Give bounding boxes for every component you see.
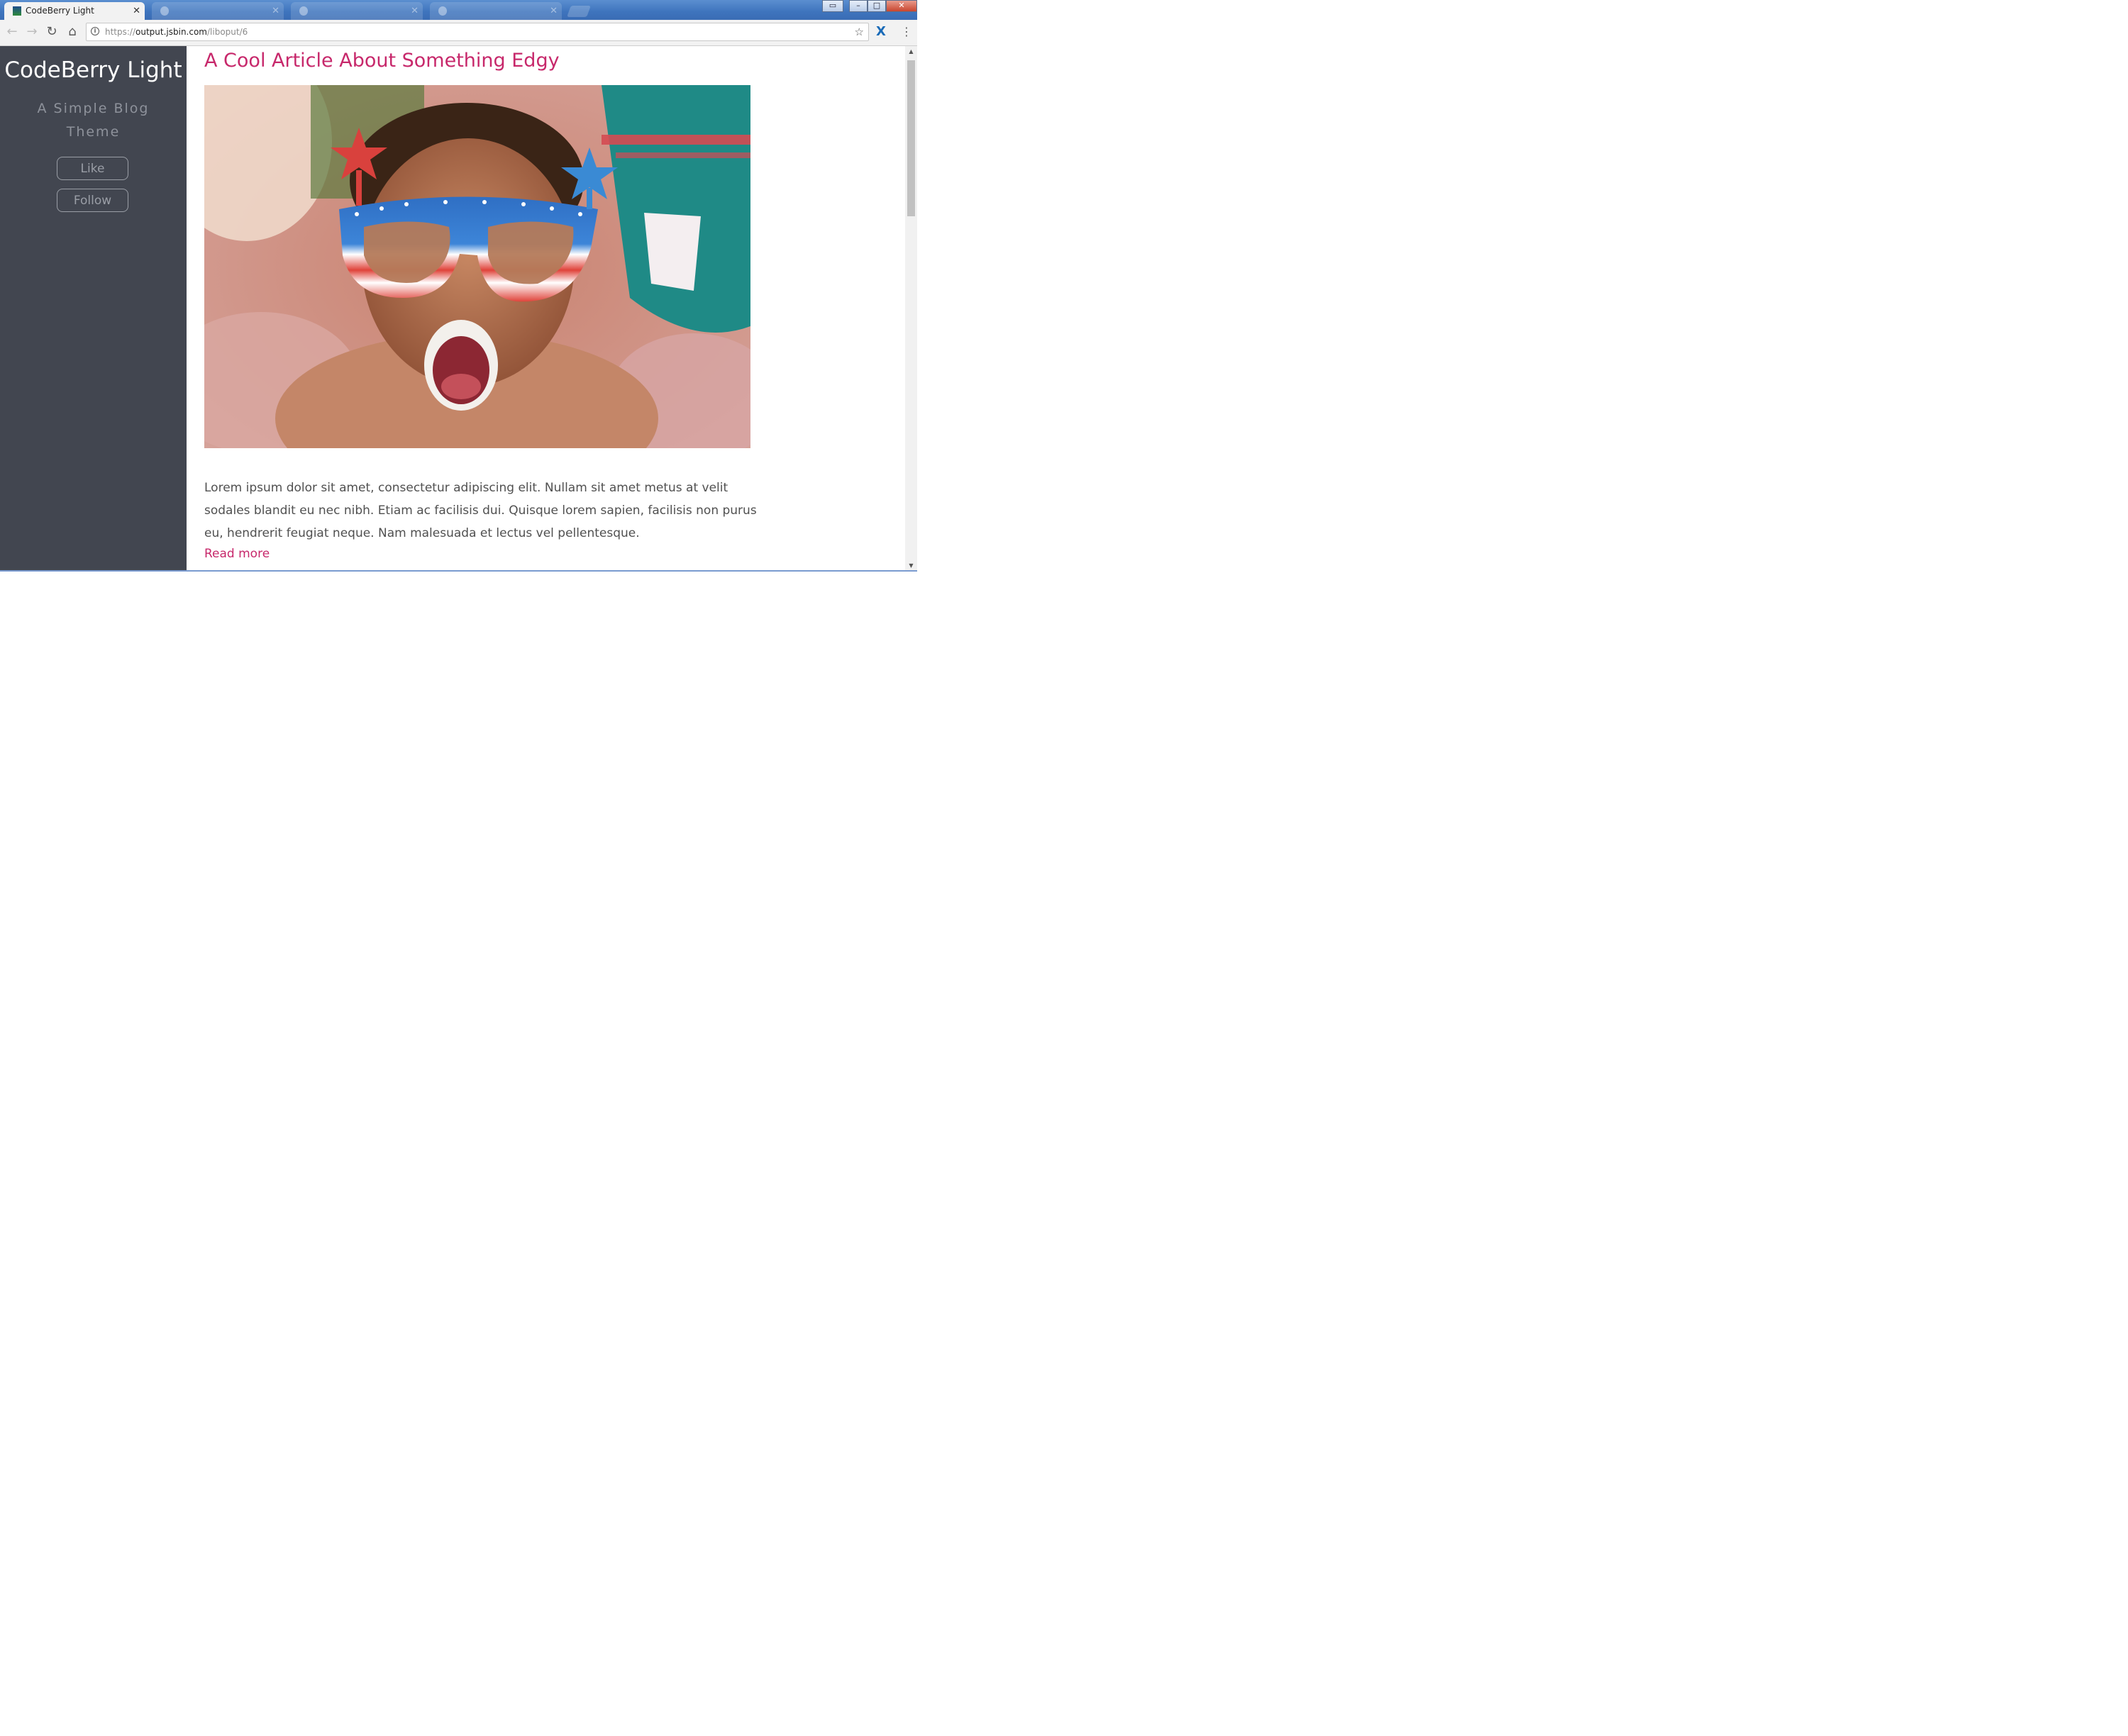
user-profile-icon[interactable]: ▭ bbox=[822, 0, 843, 12]
close-tab-icon[interactable]: ✕ bbox=[550, 2, 558, 20]
post-image-photo bbox=[204, 85, 750, 448]
blog-sidebar: CodeBerry Light A Simple Blog Theme Like… bbox=[0, 46, 187, 570]
reload-icon[interactable]: ↻ bbox=[44, 24, 60, 40]
minimize-icon[interactable]: – bbox=[849, 0, 868, 12]
close-tab-icon[interactable]: ✕ bbox=[411, 2, 419, 20]
tab-inactive-3[interactable]: ✕ bbox=[430, 2, 562, 20]
read-more-link[interactable]: Read more bbox=[204, 547, 270, 561]
blog-content: A Cool Article About Something Edgy Lore… bbox=[187, 46, 905, 570]
maximize-icon[interactable]: □ bbox=[868, 0, 886, 12]
tab-codeberry-light[interactable]: CodeBerry Light ✕ bbox=[4, 2, 145, 20]
bookmark-star-icon[interactable]: ☆ bbox=[855, 23, 864, 40]
close-window-icon[interactable]: ✕ bbox=[886, 0, 917, 12]
post-image bbox=[204, 85, 750, 448]
page-viewport: CodeBerry Light A Simple Blog Theme Like… bbox=[0, 46, 917, 572]
favicon-icon bbox=[13, 6, 21, 16]
address-bar[interactable]: i https://output.jsbin.com/liboput/6 ☆ bbox=[86, 23, 869, 41]
like-button[interactable]: Like bbox=[57, 157, 128, 180]
tab-inactive-2[interactable]: ✕ bbox=[291, 2, 423, 20]
follow-button[interactable]: Follow bbox=[57, 189, 128, 212]
scroll-down-arrow-icon[interactable]: ▼ bbox=[905, 560, 917, 570]
favicon-icon bbox=[160, 6, 169, 16]
browser-window: CodeBerry Light ✕ ✕ ✕ ✕ ▭ – □ ✕ ← → ↻ ⌂ … bbox=[0, 0, 917, 572]
forward-arrow-icon[interactable]: → bbox=[24, 24, 40, 40]
window-controls: ▭ – □ ✕ bbox=[822, 0, 917, 14]
close-tab-icon[interactable]: ✕ bbox=[133, 2, 140, 20]
home-icon[interactable]: ⌂ bbox=[65, 24, 80, 40]
favicon-icon bbox=[438, 6, 447, 16]
post-title-link[interactable]: A Cool Article About Something Edgy bbox=[204, 50, 560, 72]
page-scrollbar[interactable]: ▲ ▼ bbox=[905, 46, 917, 570]
post-excerpt: Lorem ipsum dolor sit amet, consectetur … bbox=[204, 481, 757, 540]
browser-toolbar: ← → ↻ ⌂ i https://output.jsbin.com/libop… bbox=[0, 20, 917, 46]
tab-title: CodeBerry Light bbox=[26, 6, 94, 16]
back-arrow-icon[interactable]: ← bbox=[4, 24, 20, 40]
github-icon bbox=[299, 6, 308, 16]
scroll-up-arrow-icon[interactable]: ▲ bbox=[905, 46, 917, 57]
scroll-thumb[interactable] bbox=[907, 60, 915, 216]
tab-inactive-1[interactable]: ✕ bbox=[152, 2, 284, 20]
tab-strip: CodeBerry Light ✕ ✕ ✕ ✕ ▭ – □ ✕ bbox=[0, 0, 917, 20]
browser-menu-icon[interactable]: ⋮ bbox=[901, 24, 912, 40]
extension-x-icon[interactable]: X bbox=[876, 24, 886, 39]
site-info-icon[interactable]: i bbox=[91, 27, 99, 35]
url-text: https://output.jsbin.com/liboput/6 bbox=[105, 27, 248, 37]
site-subtitle: A Simple Blog Theme bbox=[37, 101, 150, 140]
site-title: CodeBerry Light bbox=[4, 57, 182, 83]
close-tab-icon[interactable]: ✕ bbox=[272, 2, 279, 20]
new-tab-button[interactable] bbox=[567, 6, 591, 17]
